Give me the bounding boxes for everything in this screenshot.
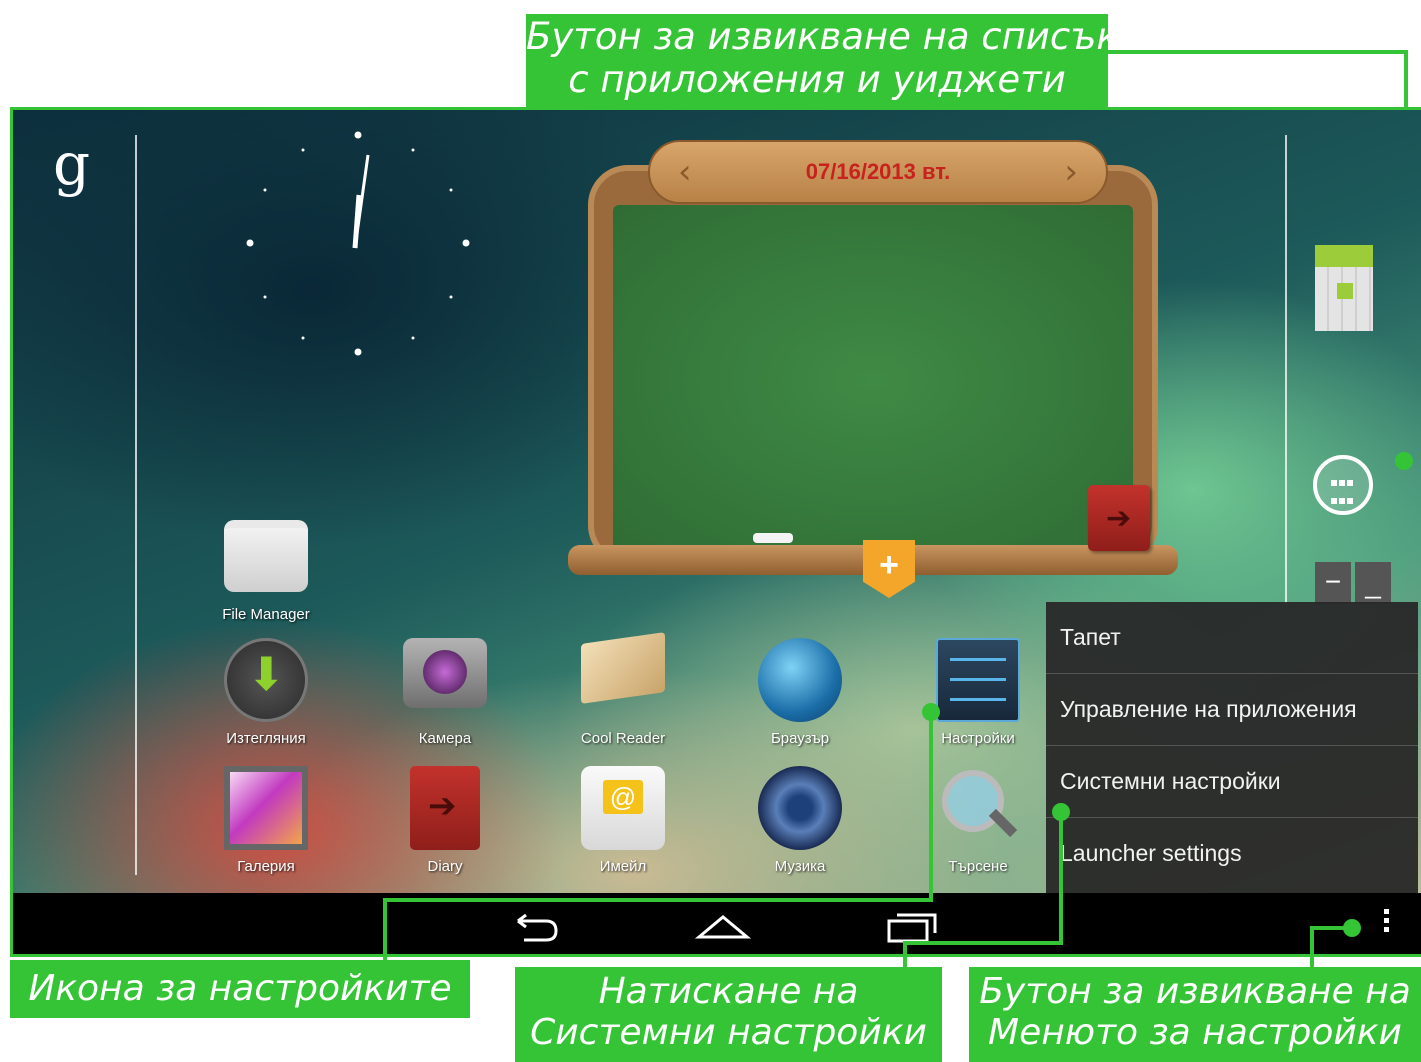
app-cool-reader[interactable]: Cool Reader bbox=[558, 632, 688, 747]
app-camera[interactable]: Камера bbox=[380, 638, 510, 747]
overflow-menu-icon[interactable] bbox=[1381, 909, 1391, 936]
connector-line bbox=[383, 898, 387, 962]
diary-book-icon[interactable]: ➔ bbox=[1088, 485, 1150, 551]
connector-line bbox=[903, 941, 1063, 945]
callout-text: Системни настройки bbox=[530, 1012, 927, 1054]
email-icon: @ bbox=[581, 766, 665, 850]
connector-line bbox=[1310, 926, 1314, 969]
settings-sliders-icon bbox=[936, 638, 1020, 722]
speaker-icon bbox=[758, 766, 842, 850]
connector-line bbox=[1108, 50, 1408, 54]
calendar-icon[interactable] bbox=[1315, 245, 1373, 331]
app-email[interactable]: @ Имейл bbox=[558, 766, 688, 875]
callout-system-settings: Натискане на Системни настройки bbox=[515, 967, 942, 1062]
board-header: ‹ 07/16/2013 вт. › bbox=[648, 140, 1108, 204]
connector-line bbox=[903, 941, 907, 969]
callout-dot bbox=[1395, 452, 1413, 470]
menu-item-launcher-settings[interactable]: Launcher settings bbox=[1046, 818, 1418, 889]
diary-icon: ➔ bbox=[410, 766, 480, 850]
options-menu: Тапет Управление на приложения Системни … bbox=[1046, 602, 1418, 894]
callout-text: Бутон за извикване на списък bbox=[526, 15, 1119, 58]
all-apps-button[interactable] bbox=[1313, 455, 1373, 515]
calendar-board-widget[interactable]: ‹ 07/16/2013 вт. › ➔ + bbox=[568, 135, 1188, 605]
callout-menu-button: Бутон за извикване на Менюто за настройк… bbox=[969, 967, 1421, 1062]
connector-line bbox=[1310, 926, 1350, 930]
chalk-icon bbox=[753, 533, 793, 543]
callout-settings-icon: Икона за настройките bbox=[10, 960, 470, 1018]
app-downloads[interactable]: ⬇ Изтегляния bbox=[201, 638, 331, 747]
chevron-right-icon[interactable]: › bbox=[1064, 152, 1078, 192]
app-gallery[interactable]: Галерия bbox=[201, 766, 331, 875]
menu-item-system-settings[interactable]: Системни настройки bbox=[1046, 746, 1418, 818]
callout-text: с приложения и уиджети bbox=[568, 57, 1066, 101]
navigation-bar bbox=[13, 893, 1421, 954]
callout-text: Бутон за извикване на bbox=[979, 971, 1411, 1012]
globe-icon bbox=[758, 638, 842, 722]
tablet-screen: g ‹ 07/16/2013 вт. › ➔ + − _ File Manage… bbox=[10, 107, 1421, 957]
divider bbox=[135, 135, 137, 875]
analog-clock[interactable] bbox=[243, 130, 493, 370]
callout-text: Менюто за настройки bbox=[988, 1012, 1402, 1054]
callout-apps-button: Бутон за извикване на списък с приложени… bbox=[526, 14, 1119, 110]
menu-item-wallpaper[interactable]: Тапет bbox=[1046, 602, 1418, 674]
download-icon: ⬇ bbox=[224, 638, 308, 722]
app-file-manager[interactable]: File Manager bbox=[201, 520, 331, 623]
divider bbox=[1285, 135, 1287, 605]
connector-line bbox=[929, 712, 933, 902]
back-icon[interactable] bbox=[506, 907, 566, 947]
app-diary[interactable]: ➔ Diary bbox=[380, 766, 510, 875]
connector-line bbox=[383, 898, 933, 902]
folder-icon bbox=[224, 520, 308, 592]
magnifier-icon bbox=[936, 766, 1020, 850]
zoom-max-button[interactable]: _ bbox=[1355, 562, 1391, 604]
camera-icon bbox=[403, 638, 487, 708]
chalkboard bbox=[613, 205, 1133, 555]
google-search-icon[interactable]: g bbox=[53, 130, 90, 198]
callout-text: Натискане на bbox=[598, 971, 859, 1012]
menu-item-manage-apps[interactable]: Управление на приложения bbox=[1046, 674, 1418, 746]
gallery-icon bbox=[224, 766, 308, 850]
book-icon bbox=[581, 632, 665, 704]
board-date: 07/16/2013 вт. bbox=[805, 159, 951, 184]
add-note-button[interactable]: + bbox=[863, 540, 915, 598]
app-browser[interactable]: Браузър bbox=[735, 638, 865, 747]
home-icon[interactable] bbox=[693, 907, 753, 947]
app-music[interactable]: Музика bbox=[735, 766, 865, 875]
zoom-minus-button[interactable]: − bbox=[1315, 562, 1351, 604]
connector-line bbox=[1059, 812, 1063, 945]
